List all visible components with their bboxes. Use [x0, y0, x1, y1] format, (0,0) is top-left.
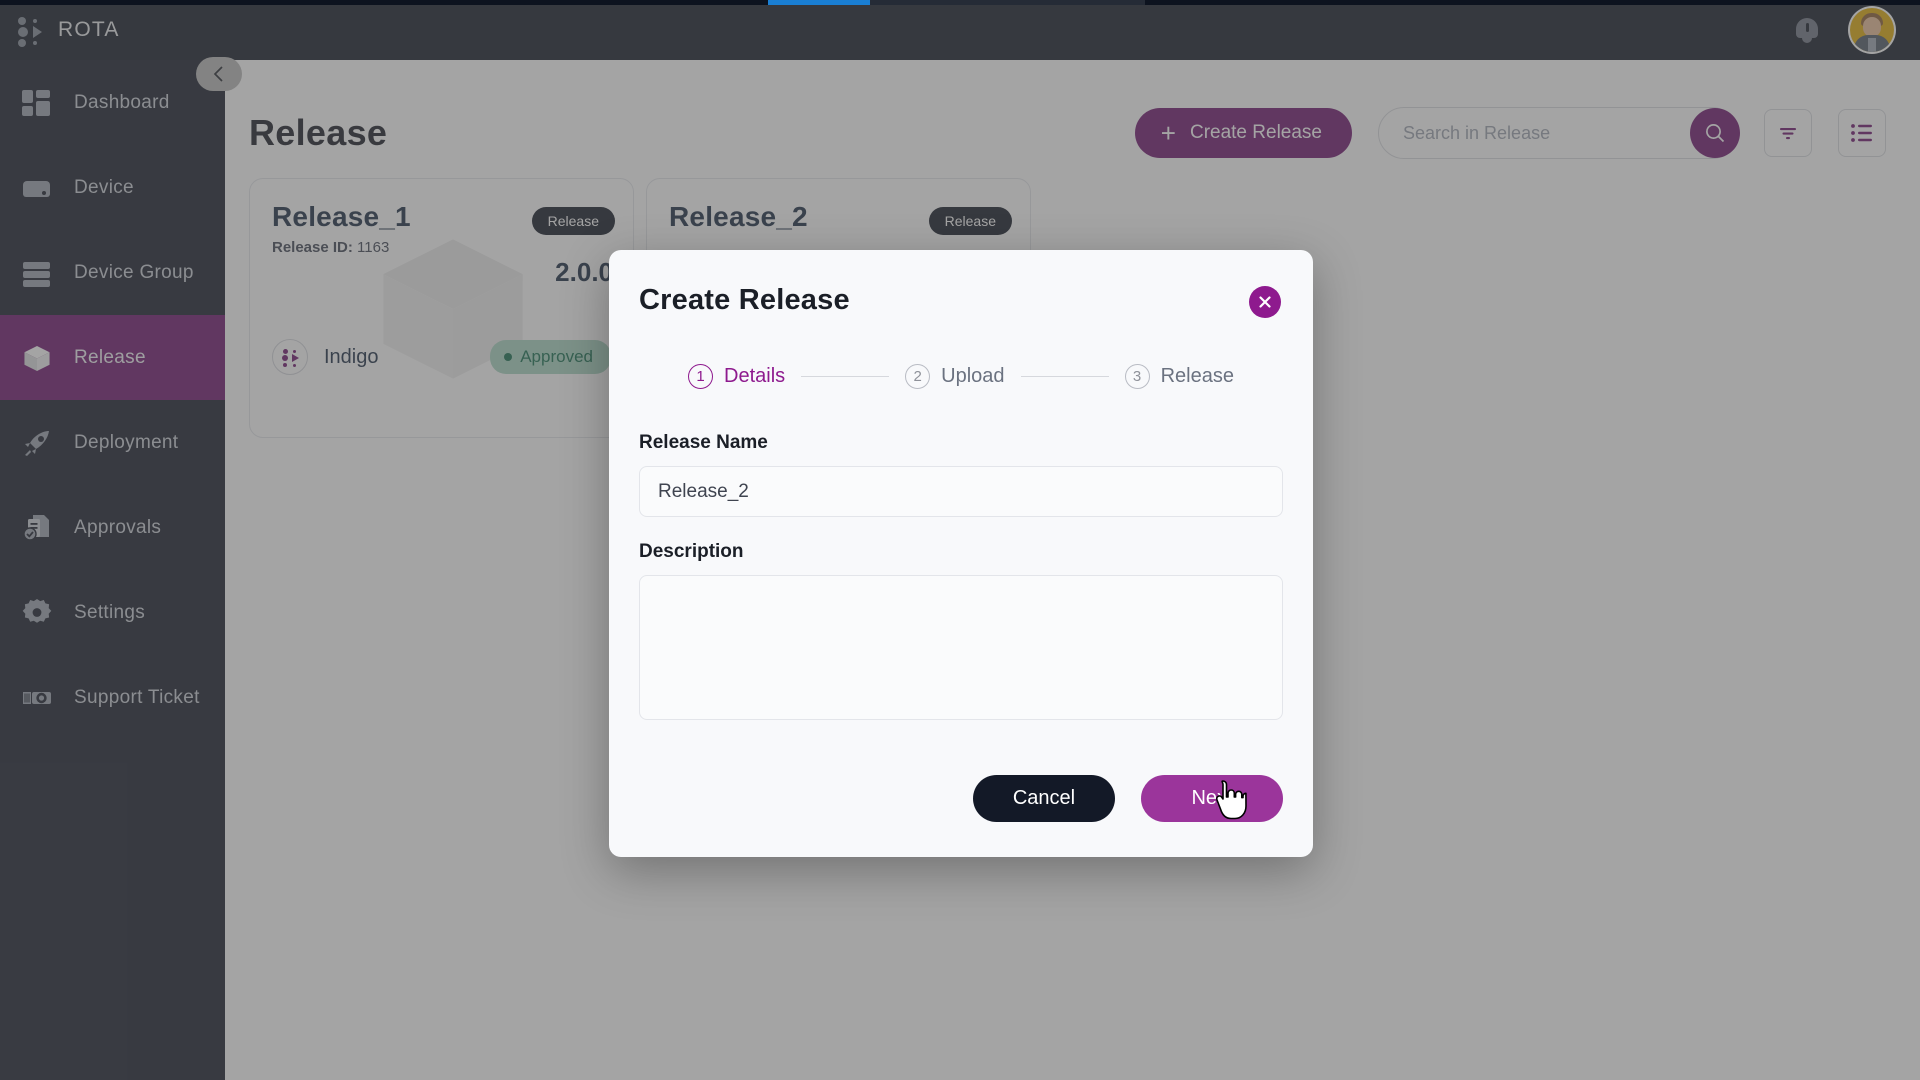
stepper-step-details[interactable]: 1 Details	[688, 364, 785, 389]
page-loading-bar	[0, 0, 1920, 5]
loading-bar-progress	[768, 0, 870, 5]
stepper-divider	[1020, 375, 1109, 378]
step-number: 3	[1124, 364, 1150, 389]
release-name-input[interactable]	[639, 466, 1283, 517]
description-textarea[interactable]	[639, 575, 1283, 720]
modal-actions: Cancel Next	[639, 775, 1283, 822]
modal-title: Create Release	[639, 284, 850, 316]
release-name-label: Release Name	[639, 432, 768, 453]
step-label: Release	[1160, 365, 1234, 387]
next-button[interactable]: Next	[1141, 775, 1283, 822]
close-icon	[1259, 296, 1271, 308]
loading-bar-track	[870, 0, 1145, 5]
description-label: Description	[639, 541, 744, 562]
close-button[interactable]	[1249, 286, 1281, 318]
step-label: Details	[724, 365, 786, 387]
step-number: 2	[905, 364, 931, 389]
cancel-button[interactable]: Cancel	[973, 775, 1115, 822]
step-label: Upload	[941, 365, 1005, 387]
stepper-step-release[interactable]: 3 Release	[1124, 364, 1234, 389]
step-number: 1	[688, 364, 714, 389]
modal-stepper: 1 Details 2 Upload 3 Release	[639, 364, 1283, 389]
create-release-modal: Create Release 1 Details 2 Upload 3 Rele…	[609, 250, 1313, 857]
stepper-step-upload[interactable]: 2 Upload	[905, 364, 1005, 389]
stepper-divider	[801, 375, 890, 378]
